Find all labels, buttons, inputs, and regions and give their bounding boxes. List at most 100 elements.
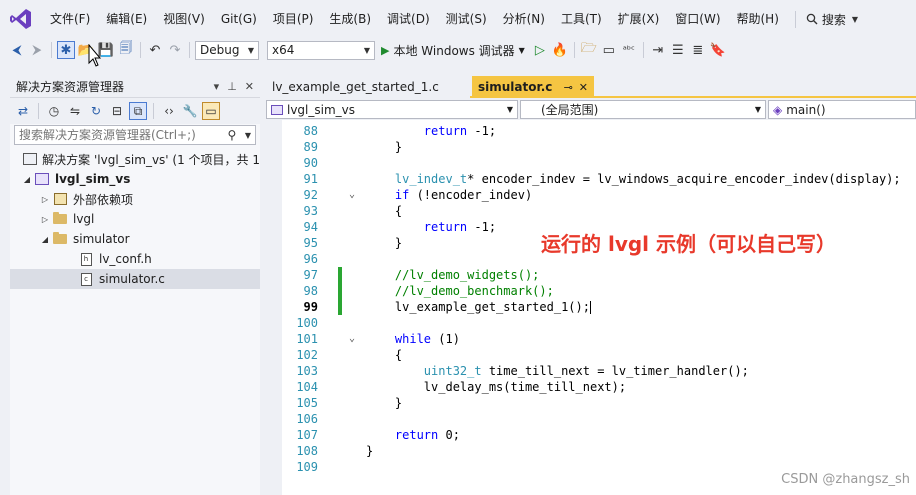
tree-item-simulator-c[interactable]: c simulator.c [10,269,260,289]
code-line[interactable]: 101 ⌄ while (1) [266,331,916,347]
properties-wrench-icon[interactable]: 🔧 [181,102,199,120]
forward-navigation-icon[interactable]: ⮞ [28,41,46,59]
code-line[interactable]: 99 lv_example_get_started_1(); [266,299,916,315]
expanded-arrow-icon[interactable]: ◢ [38,235,52,244]
code-text: return 0; [394,428,460,442]
code-line[interactable]: 102 { [266,347,916,363]
collapse-all-icon[interactable]: ⊟ [108,102,126,120]
tree-item-simulator-folder[interactable]: ◢ simulator [10,229,260,249]
tree-item-lvgl-folder[interactable]: ▷ lvgl [10,209,260,229]
redo-icon[interactable]: ↷ [166,41,184,59]
code-line[interactable]: 105 } [266,395,916,411]
browse-folder-icon[interactable]: 🗁 [580,41,598,59]
switch-views-icon[interactable]: ⇄ [14,102,32,120]
back-navigation-icon[interactable]: ⮜ [8,41,26,59]
collapsed-arrow-icon[interactable]: ▷ [38,215,52,224]
code-line[interactable]: 98 //lv_demo_benchmark(); [266,283,916,299]
pending-changes-filter-icon[interactable]: ◷ [45,102,63,120]
menu-item[interactable]: 项目(P) [265,8,322,30]
code-line[interactable]: 91 lv_indev_t* encoder_indev = lv_window… [266,171,916,187]
menu-item[interactable]: 测试(S) [438,8,495,30]
menu-item[interactable]: 视图(V) [155,8,213,30]
preview-selected-items-icon[interactable]: ▭ [202,102,220,120]
code-line[interactable]: 89 } [266,139,916,155]
hot-reload-icon[interactable]: 🔥 [551,41,569,59]
member-dropdown[interactable]: ◈ main() [768,100,916,119]
solution-explorer-title: 解决方案资源管理器 [16,80,125,94]
view-code-icon[interactable]: ‹› [160,102,178,120]
expanded-arrow-icon[interactable]: ◢ [20,175,34,184]
code-line[interactable]: 107 return 0; [266,427,916,443]
menu-item[interactable]: Git(G) [213,8,265,30]
undo-icon[interactable]: ↶ [146,41,164,59]
window-layout-icon[interactable]: ▭ [600,41,618,59]
code-text: } [366,396,403,410]
start-without-debugging-icon[interactable]: ▷ [531,41,549,59]
spell-check-icon[interactable]: ᵃᵇᶜ [620,41,638,59]
comment-lines-icon[interactable]: ⇥ [649,41,667,59]
code-line[interactable]: 106 [266,411,916,427]
menu-item[interactable]: 帮助(H) [729,8,787,30]
code-line[interactable]: 100 [266,315,916,331]
menu-item[interactable]: 调试(D) [379,8,438,30]
save-all-icon[interactable]: 🗐 [117,41,135,59]
code-line[interactable]: 103 uint32_t time_till_next = lv_timer_h… [266,363,916,379]
search-label: 搜索 [821,12,846,27]
scope-dropdown[interactable]: (全局范围) ▼ [520,100,766,119]
chevron-down-icon[interactable]: ▼ [245,131,251,140]
solution-explorer-panel: 解决方案资源管理器 ▾ ⊥ ✕ ⇄ ◷ ⇋ ↻ ⊟ ⧉ ‹› 🔧 ▭ ⚲ ▼ [10,76,260,495]
start-debugging-button[interactable]: ▶ 本地 Windows 调试器 ▼ [377,42,529,59]
menu-item[interactable]: 文件(F) [42,8,98,30]
code-text: uint32_t time_till_next = lv_timer_handl… [423,364,749,378]
refresh-icon[interactable]: ↻ [87,102,105,120]
close-tab-icon[interactable]: ✕ [579,81,588,94]
show-all-files-icon[interactable]: ⧉ [129,102,147,120]
tree-item-external-deps[interactable]: ▷ 外部依赖项 [10,189,260,209]
pin-icon[interactable]: ⊥ [227,80,237,93]
configuration-dropdown[interactable]: Debug ▼ [195,40,259,60]
tab-lv-example-get-started-1[interactable]: lv_example_get_started_1.c [266,76,470,98]
header-file-icon: h [78,252,94,266]
code-editor[interactable]: 88 return -1; 89 } 90 91 lv_indev_t* encode… [266,120,916,495]
code-line[interactable]: 108} [266,443,916,459]
tree-item-project[interactable]: ◢ lvgl_sim_vs [10,169,260,189]
visual-studio-logo-icon[interactable] [0,0,42,38]
code-line[interactable]: 104 lv_delay_ms(time_till_next); [266,379,916,395]
panel-options-icon[interactable]: ▾ [214,80,220,93]
code-line[interactable]: 92 ⌄ if (!encoder_indev) [266,187,916,203]
sync-with-document-icon[interactable]: ⇋ [66,102,84,120]
collapsed-arrow-icon[interactable]: ▷ [38,195,52,204]
menu-item[interactable]: 生成(B) [321,8,379,30]
code-line[interactable]: 97 //lv_demo_widgets(); [266,267,916,283]
pin-icon[interactable]: ⊸ [564,81,573,94]
code-line[interactable]: 93 { [266,203,916,219]
bookmark-icon[interactable]: 🔖 [709,41,727,59]
menu-search[interactable]: 搜索 ▼ [794,10,858,28]
indent-icon[interactable]: ☰ [669,41,687,59]
menu-item[interactable]: 工具(T) [553,8,610,30]
platform-dropdown[interactable]: x64 ▼ [267,40,375,60]
line-number: 92 [303,188,318,202]
code-line[interactable]: 88 return -1; [266,123,916,139]
outdent-icon[interactable]: ≣ [689,41,707,59]
menu-item[interactable]: 窗口(W) [667,8,728,30]
tab-simulator-c[interactable]: simulator.c ⊸ ✕ [472,76,594,98]
toolbar-separator [189,42,190,58]
nav-scope-value: (全局范围) [541,103,599,117]
close-icon[interactable]: ✕ [245,80,254,93]
fold-toggle-icon[interactable]: ⌄ [346,187,358,203]
run-label: 本地 Windows 调试器 [393,43,515,58]
code-text: { [366,348,403,362]
solution-search-input[interactable] [19,128,219,142]
fold-toggle-icon[interactable]: ⌄ [346,331,358,347]
tree-item-lv-conf-h[interactable]: h lv_conf.h [10,249,260,269]
tree-item-solution[interactable]: 解决方案 'lvgl_sim_vs' (1 个项目，共 1 [10,149,260,169]
project-dropdown[interactable]: lvgl_sim_vs ▼ [266,100,518,119]
line-number: 97 [303,268,318,282]
menu-item[interactable]: 编辑(E) [98,8,155,30]
menu-item[interactable]: 分析(N) [495,8,553,30]
new-project-icon[interactable]: ✱ [57,41,75,59]
menu-item[interactable]: 扩展(X) [610,8,668,30]
code-line[interactable]: 90 [266,155,916,171]
solution-explorer-search[interactable]: ⚲ ▼ [14,125,256,145]
